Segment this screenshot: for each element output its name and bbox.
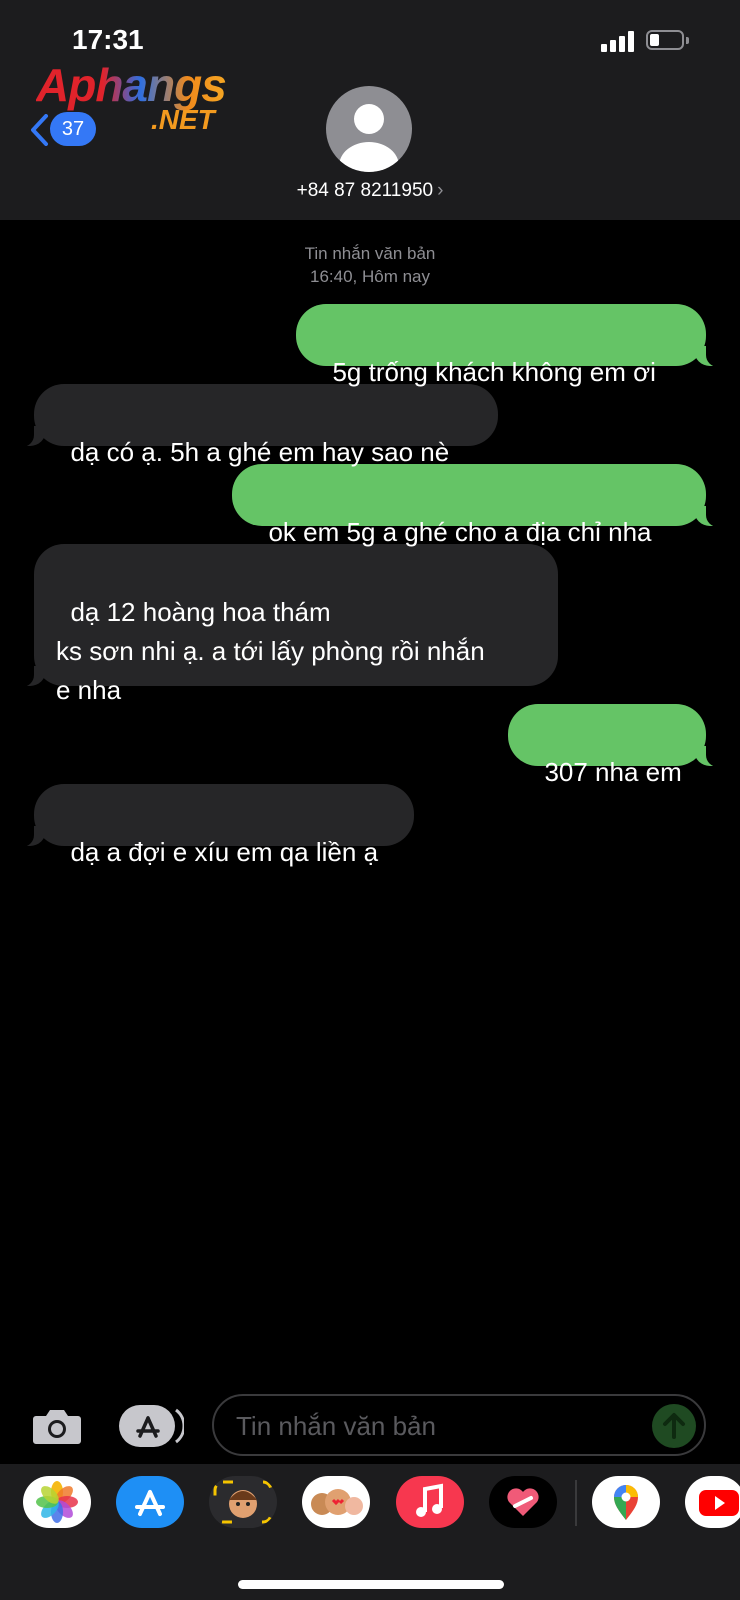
chevron-right-icon: › [437, 180, 444, 201]
camera-icon[interactable] [32, 1406, 82, 1446]
message-text: ok em 5g a ghé cho a địa chỉ nha [268, 517, 652, 547]
battery-icon [646, 30, 690, 52]
status-time: 17:31 [72, 24, 144, 55]
memoji-icon[interactable] [209, 1476, 277, 1528]
google-maps-icon[interactable] [592, 1476, 660, 1528]
youtube-icon[interactable] [685, 1476, 740, 1528]
photos-icon[interactable] [23, 1476, 91, 1528]
message-text: dạ 12 hoàng hoa thám ks sơn nhi ạ. a tới… [56, 597, 485, 705]
message-bubble-incoming[interactable]: dạ 12 hoàng hoa thám ks sơn nhi ạ. a tới… [16, 544, 558, 705]
message-bubble-outgoing[interactable]: ok em 5g a ghé cho a địa chỉ nha [232, 464, 724, 547]
music-icon[interactable] [396, 1476, 464, 1528]
message-bubble-outgoing[interactable]: 307 nha em [508, 704, 724, 787]
send-arrow-icon [663, 1413, 685, 1439]
chevron-left-icon [31, 114, 48, 146]
message-text: dạ a đợi e xíu em qa liền ạ [70, 837, 379, 867]
message-input-field[interactable] [212, 1394, 706, 1456]
contact-avatar[interactable] [326, 86, 412, 172]
message-bubble-incoming[interactable]: dạ có ạ. 5h a ghé em hay sao nè [16, 384, 498, 467]
message-date: 16:40, Hôm nay [309, 267, 430, 286]
back-button[interactable]: 37 [28, 112, 100, 148]
contact-name-button[interactable]: +84 87 8211950 › [0, 180, 740, 202]
memoji-stickers-icon[interactable] [302, 1476, 370, 1528]
dock-divider [575, 1480, 577, 1526]
app-store-icon[interactable] [118, 1404, 184, 1448]
conversation-header: 17:31 Aphangs .NET 37 +84 87 8211950 › [0, 0, 740, 220]
watermark-tld: .NET [151, 104, 215, 135]
message-bubble-incoming[interactable]: dạ a đợi e xíu em qa liền ạ [16, 784, 414, 867]
contact-number: +84 87 8211950 [296, 180, 434, 201]
thread-timestamp: Tin nhắn văn bản 16:40, Hôm nay [0, 242, 740, 288]
message-text: 307 nha em [544, 757, 682, 787]
home-indicator[interactable] [238, 1580, 504, 1589]
message-composer [0, 1382, 740, 1462]
person-icon [339, 104, 399, 172]
message-text: dạ có ạ. 5h a ghé em hay sao nè [70, 437, 450, 467]
message-type-label: Tin nhắn văn bản [304, 244, 436, 263]
app-store-icon[interactable] [116, 1476, 184, 1528]
message-bubble-outgoing[interactable]: 5g trống khách không em ơi [296, 304, 724, 387]
cellular-signal-icon [601, 30, 637, 52]
message-text: 5g trống khách không em ơi [332, 357, 656, 387]
send-button[interactable] [652, 1404, 696, 1448]
message-input[interactable] [234, 1406, 638, 1446]
unread-count-badge: 37 [50, 112, 96, 146]
app-drawer [0, 1464, 740, 1600]
fitness-heart-icon[interactable] [489, 1476, 557, 1528]
